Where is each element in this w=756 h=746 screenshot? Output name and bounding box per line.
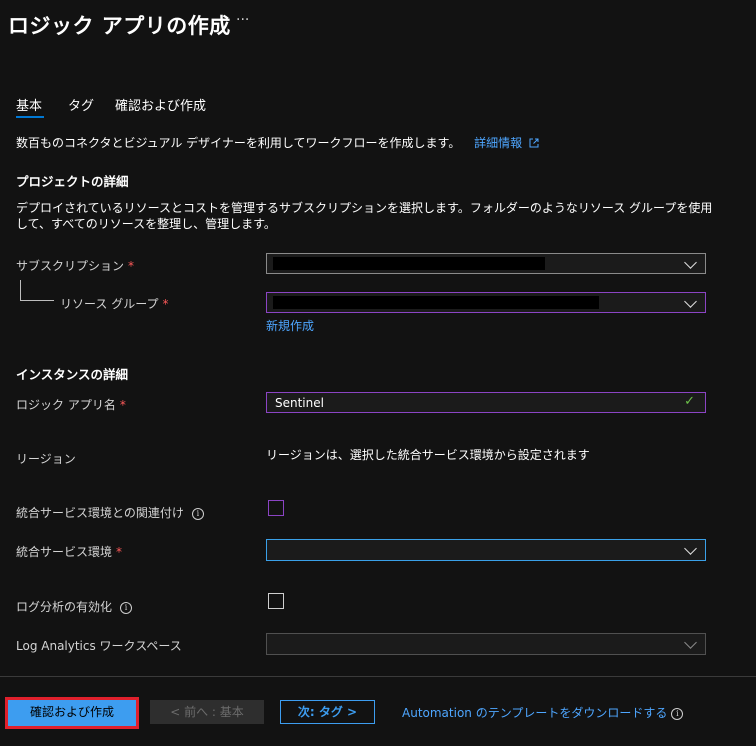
region-value: リージョンは、選択した統合サービス環境から設定されます bbox=[266, 448, 590, 462]
subscription-label: サブスクリプション * bbox=[16, 257, 134, 274]
footer-divider bbox=[0, 676, 756, 677]
project-details-heading: プロジェクトの詳細 bbox=[16, 174, 129, 189]
chevron-down-icon bbox=[684, 295, 697, 308]
intro-description: 数百ものコネクタとビジュアル デザイナーを利用してワークフローを作成します。 bbox=[16, 136, 461, 150]
active-tab-indicator bbox=[16, 116, 44, 118]
log-analytics-enable-label: ログ分析の有効化 i bbox=[16, 598, 133, 615]
previous-button[interactable]: < 前へ : 基本 bbox=[150, 700, 264, 724]
tree-connector-horizontal bbox=[20, 300, 54, 301]
logic-app-name-label-text: ロジック アプリ名 bbox=[16, 398, 116, 412]
required-mark: * bbox=[162, 297, 169, 311]
ise-label-text: 統合サービス環境 bbox=[16, 545, 113, 559]
intro-text: 数百ものコネクタとビジュアル デザイナーを利用してワークフローを作成します。 詳… bbox=[16, 134, 539, 151]
subscription-dropdown[interactable] bbox=[266, 253, 706, 274]
resource-group-label-text: リソース グループ bbox=[60, 297, 159, 311]
info-icon[interactable]: i bbox=[191, 507, 204, 520]
download-template-link[interactable]: Automation のテンプレートをダウンロードする i bbox=[402, 704, 684, 721]
next-button[interactable]: 次: タグ > bbox=[280, 700, 375, 724]
redacted-value bbox=[273, 296, 599, 309]
download-template-text[interactable]: Automation のテンプレートをダウンロードする bbox=[402, 706, 667, 720]
project-description: デプロイされているリソースとコストを管理するサブスクリプションを選択します。フォ… bbox=[16, 201, 713, 231]
subscription-label-text: サブスクリプション bbox=[16, 259, 125, 273]
ise-association-checkbox[interactable] bbox=[268, 500, 284, 516]
chevron-down-icon bbox=[684, 636, 697, 649]
checkmark-icon: ✓ bbox=[684, 394, 695, 409]
region-label: リージョン bbox=[16, 452, 76, 466]
tab-tags[interactable]: タグ bbox=[68, 95, 94, 114]
log-analytics-checkbox[interactable] bbox=[268, 593, 284, 609]
ise-association-label-text: 統合サービス環境との関連付け bbox=[16, 506, 184, 520]
create-new-link[interactable]: 新規作成 bbox=[266, 317, 314, 334]
resource-group-dropdown[interactable] bbox=[266, 292, 706, 313]
review-create-button[interactable]: 確認および作成 bbox=[5, 697, 139, 729]
resource-group-label: リソース グループ * bbox=[60, 295, 169, 312]
logic-app-name-value: Sentinel bbox=[275, 396, 324, 410]
chevron-down-icon bbox=[684, 542, 697, 555]
workspace-label: Log Analytics ワークスペース bbox=[16, 639, 182, 653]
redacted-value bbox=[273, 257, 545, 270]
required-mark: * bbox=[119, 398, 126, 412]
instance-details-heading: インスタンスの詳細 bbox=[16, 367, 129, 382]
required-mark: * bbox=[128, 259, 135, 273]
more-options-button[interactable]: ··· bbox=[236, 12, 249, 28]
required-mark: * bbox=[116, 545, 123, 559]
workspace-dropdown[interactable] bbox=[266, 633, 706, 655]
ise-dropdown[interactable] bbox=[266, 539, 706, 561]
info-icon[interactable]: i bbox=[120, 601, 133, 614]
log-analytics-enable-label-text: ログ分析の有効化 bbox=[16, 600, 113, 614]
tab-review-create[interactable]: 確認および作成 bbox=[115, 95, 206, 114]
chevron-down-icon bbox=[684, 256, 697, 269]
logic-app-name-input[interactable]: Sentinel ✓ bbox=[266, 392, 706, 413]
info-icon[interactable]: i bbox=[671, 707, 684, 720]
page-title: ロジック アプリの作成 bbox=[8, 14, 231, 38]
tab-basics[interactable]: 基本 bbox=[16, 95, 42, 114]
learn-more-link[interactable]: 詳細情報 bbox=[474, 136, 522, 150]
ise-label: 統合サービス環境 * bbox=[16, 543, 122, 560]
logic-app-name-label: ロジック アプリ名 * bbox=[16, 396, 126, 413]
ise-association-label: 統合サービス環境との関連付け i bbox=[16, 504, 204, 521]
external-link-icon[interactable] bbox=[529, 138, 539, 148]
tree-connector-vertical bbox=[20, 280, 21, 300]
